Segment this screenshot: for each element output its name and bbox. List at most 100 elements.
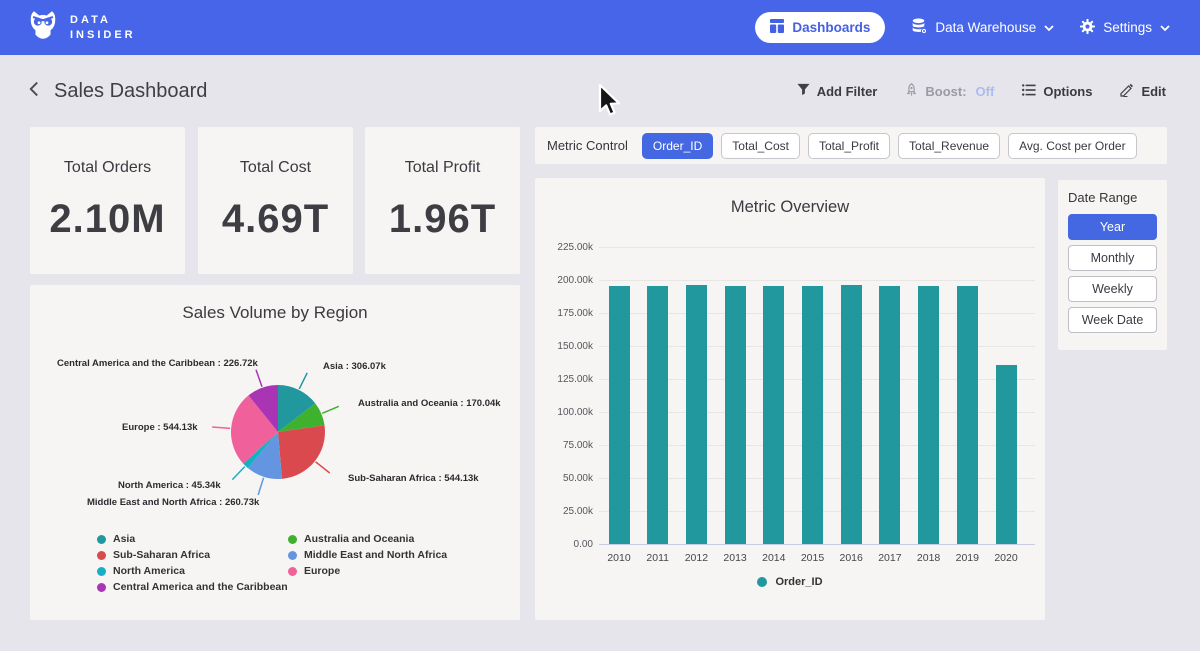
dashboard-grid-icon xyxy=(770,19,784,36)
pie-legend-item-central-america-and-the-caribbean[interactable]: Central America and the Caribbean xyxy=(97,581,288,593)
legend-label: Central America and the Caribbean xyxy=(113,581,288,593)
y-axis-tick: 200.00k xyxy=(539,275,593,286)
legend-label: Australia and Oceania xyxy=(304,533,414,545)
bar-chart-title: Metric Overview xyxy=(535,198,1045,217)
rocket-icon xyxy=(905,83,918,100)
pie-callout-asia: Asia : 306.07k xyxy=(323,361,386,372)
pie-legend-item-middle-east-and-north-africa[interactable]: Middle East and North Africa xyxy=(288,549,447,561)
bar-chart-card: Metric Overview Order_ID 225.00k 200.00k 1… xyxy=(535,178,1045,620)
metric-control-label: Metric Control xyxy=(547,138,628,153)
x-axis-tick: 2012 xyxy=(685,552,708,564)
pencil-icon xyxy=(1120,83,1134,100)
add-filter-label: Add Filter xyxy=(817,84,878,99)
bar-2018[interactable] xyxy=(918,286,939,544)
legend-dot xyxy=(757,577,767,587)
bar-2013[interactable] xyxy=(725,286,746,544)
bar-2015[interactable] xyxy=(802,286,823,544)
pie-chart-card: Sales Volume by Region AsiaSub-Saharan A… xyxy=(30,285,520,620)
bar-2012[interactable] xyxy=(686,285,707,544)
date-range-label: Date Range xyxy=(1068,190,1157,205)
bar-chart-plot-area xyxy=(599,247,1035,544)
list-icon xyxy=(1022,84,1036,99)
x-axis-tick: 2020 xyxy=(994,552,1017,564)
bar-chart-legend[interactable]: Order_ID xyxy=(535,576,1045,588)
x-axis-tick: 2017 xyxy=(878,552,901,564)
legend-dot xyxy=(97,567,106,576)
nav-data-warehouse[interactable]: Data Warehouse xyxy=(911,18,1054,37)
pie-legend-item-australia-and-oceania[interactable]: Australia and Oceania xyxy=(288,533,414,545)
database-icon xyxy=(911,18,927,37)
legend-dot xyxy=(288,551,297,560)
kpi-value: 1.96T xyxy=(389,197,496,242)
pie-callout-middle-east-and-north-africa: Middle East and North Africa : 260.73k xyxy=(87,497,259,508)
edit-button[interactable]: Edit xyxy=(1120,83,1166,100)
options-label: Options xyxy=(1043,84,1092,99)
kpi-label: Total Cost xyxy=(240,159,311,177)
pie-leader-line xyxy=(232,467,244,480)
pie-slice-sub-saharan-africa[interactable] xyxy=(278,425,325,479)
date-range-option-monthly[interactable]: Monthly xyxy=(1068,245,1157,271)
brand-line-2: INSIDER xyxy=(70,28,136,43)
pie-callout-north-america: North America : 45.34k xyxy=(118,480,221,491)
edit-label: Edit xyxy=(1141,84,1166,99)
top-navbar: DATA INSIDER Dashboards xyxy=(0,0,1200,55)
legend-label: Order_ID xyxy=(775,576,822,588)
legend-label: Sub-Saharan Africa xyxy=(113,549,210,561)
y-axis-tick: 75.00k xyxy=(539,440,593,451)
kpi-label: Total Profit xyxy=(405,159,481,177)
pie-legend-item-europe[interactable]: Europe xyxy=(288,565,340,577)
nav-data-warehouse-label: Data Warehouse xyxy=(935,20,1036,35)
pie-leader-line xyxy=(316,462,330,473)
boost-label: Boost: xyxy=(925,84,966,99)
brand: DATA INSIDER xyxy=(26,8,136,47)
metric-option-total-cost[interactable]: Total_Cost xyxy=(721,133,800,159)
y-axis-tick: 150.00k xyxy=(539,341,593,352)
legend-dot xyxy=(97,583,106,592)
bar-2014[interactable] xyxy=(763,286,784,544)
pie-legend-item-sub-saharan-africa[interactable]: Sub-Saharan Africa xyxy=(97,549,210,561)
brand-line-1: DATA xyxy=(70,13,136,28)
bar-2017[interactable] xyxy=(879,286,900,544)
gear-icon xyxy=(1080,19,1095,37)
nav-settings[interactable]: Settings xyxy=(1080,19,1170,37)
bar-2011[interactable] xyxy=(647,286,668,544)
metric-option-total-profit[interactable]: Total_Profit xyxy=(808,133,890,159)
gridline xyxy=(599,280,1035,281)
pie-leader-line xyxy=(258,478,263,495)
legend-dot xyxy=(288,535,297,544)
options-button[interactable]: Options xyxy=(1022,84,1092,99)
y-axis-tick: 0.00 xyxy=(539,539,593,550)
metric-option-order-id[interactable]: Order_ID xyxy=(642,133,713,159)
date-range-option-weekly[interactable]: Weekly xyxy=(1068,276,1157,302)
bar-2020[interactable] xyxy=(996,365,1017,544)
bar-2019[interactable] xyxy=(957,286,978,544)
pie-legend-item-asia[interactable]: Asia xyxy=(97,533,135,545)
metric-option-avg-cost-per-order[interactable]: Avg. Cost per Order xyxy=(1008,133,1137,159)
x-axis-tick: 2016 xyxy=(840,552,863,564)
chevron-down-icon xyxy=(1044,20,1054,35)
metric-option-total-revenue[interactable]: Total_Revenue xyxy=(898,133,1000,159)
boost-toggle[interactable]: Boost: Off xyxy=(905,83,994,100)
y-axis-tick: 25.00k xyxy=(539,506,593,517)
y-axis-tick: 225.00k xyxy=(539,242,593,253)
gridline xyxy=(599,544,1035,545)
y-axis-tick: 100.00k xyxy=(539,407,593,418)
date-range-option-year[interactable]: Year xyxy=(1068,214,1157,240)
pie-callout-europe: Europe : 544.13k xyxy=(122,422,198,433)
legend-dot xyxy=(97,535,106,544)
pie-callout-central-america-and-the-caribbean: Central America and the Caribbean : 226.… xyxy=(57,358,258,369)
add-filter-button[interactable]: Add Filter xyxy=(797,83,878,99)
nav-settings-label: Settings xyxy=(1103,20,1152,35)
bar-2010[interactable] xyxy=(609,286,630,544)
nav-dashboards-button[interactable]: Dashboards xyxy=(755,12,885,43)
pie-leader-line xyxy=(322,406,339,413)
date-range-option-week-date[interactable]: Week Date xyxy=(1068,307,1157,333)
kpi-value: 2.10M xyxy=(49,197,165,242)
legend-label: Asia xyxy=(113,533,135,545)
nav-dashboards-label: Dashboards xyxy=(792,20,870,35)
pie-leader-line xyxy=(212,427,230,428)
back-button[interactable] xyxy=(28,81,40,102)
bar-2016[interactable] xyxy=(841,285,862,544)
pie-legend-item-north-america[interactable]: North America xyxy=(97,565,185,577)
x-axis-tick: 2010 xyxy=(607,552,630,564)
